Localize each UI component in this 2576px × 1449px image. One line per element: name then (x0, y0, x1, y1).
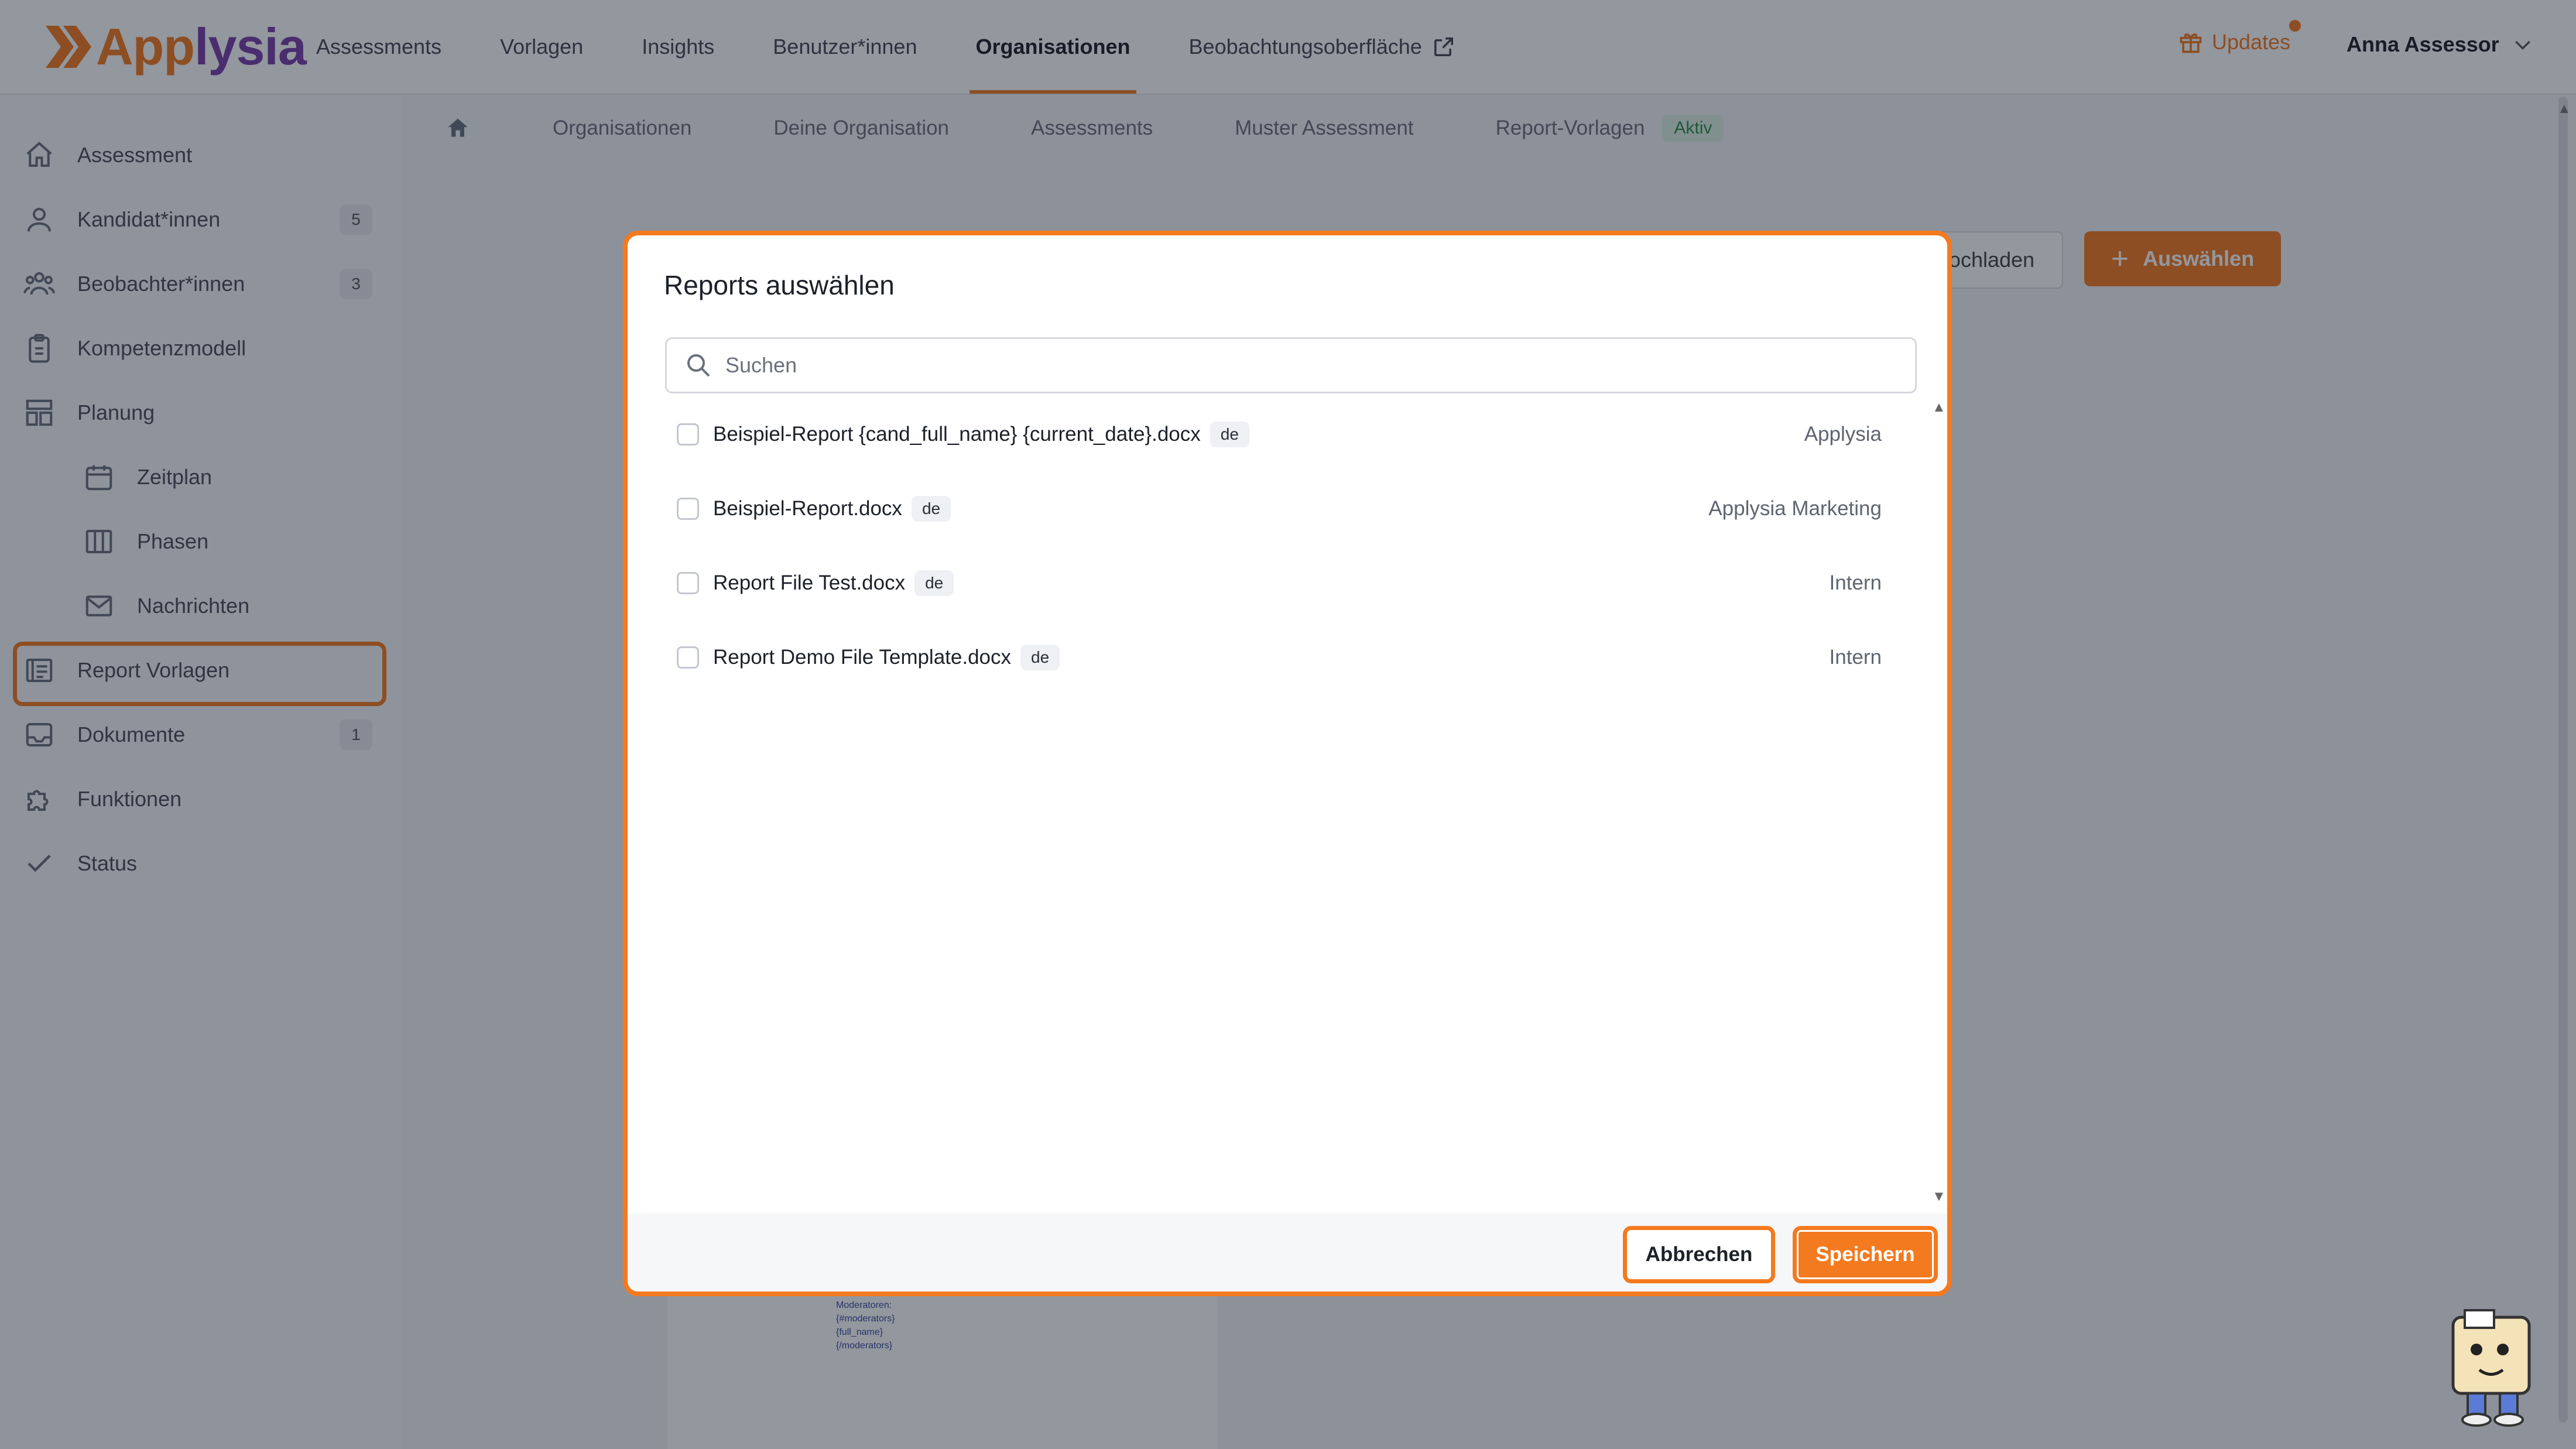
list-scroll-up-icon[interactable]: ▲ (1932, 399, 1946, 416)
report-name: Report Demo File Template.docx (713, 646, 1012, 669)
search-icon (687, 354, 710, 377)
list-item[interactable]: Report Demo File Template.docx de Intern (665, 628, 1912, 687)
list-scroll-down-icon[interactable]: ▼ (1932, 1188, 1946, 1205)
report-owner: Applysia Marketing (1708, 497, 1882, 520)
language-badge: de (914, 570, 954, 596)
report-name: Report File Test.docx (713, 571, 906, 594)
report-checkbox[interactable] (677, 572, 699, 594)
list-item[interactable]: Beispiel-Report.docx de Applysia Marketi… (665, 479, 1912, 538)
cancel-button[interactable]: Abbrechen (1623, 1226, 1775, 1283)
report-owner: Applysia (1804, 423, 1882, 446)
report-checkbox[interactable] (677, 423, 699, 446)
mascot-icon[interactable] (2441, 1306, 2544, 1429)
language-badge: de (1020, 645, 1060, 670)
select-reports-modal: Reports auswählen Beispiel-Report {cand_… (623, 231, 1952, 1296)
report-name: Beispiel-Report.docx (713, 497, 902, 520)
list-item[interactable]: Beispiel-Report {cand_full_name} {curren… (665, 405, 1912, 464)
report-name: Beispiel-Report {cand_full_name} {curren… (713, 423, 1201, 446)
list-item[interactable]: Report File Test.docx de Intern (665, 554, 1912, 612)
language-badge: de (911, 496, 951, 522)
language-badge: de (1210, 422, 1249, 447)
search-input[interactable] (724, 352, 1839, 378)
report-owner: Intern (1829, 571, 1882, 594)
save-button[interactable]: Speichern (1793, 1226, 1938, 1283)
modal-title: Reports auswählen (664, 270, 895, 300)
report-owner: Intern (1829, 646, 1882, 669)
report-checkbox[interactable] (677, 498, 699, 520)
search-field[interactable] (665, 337, 1917, 393)
report-checkbox[interactable] (677, 646, 699, 669)
